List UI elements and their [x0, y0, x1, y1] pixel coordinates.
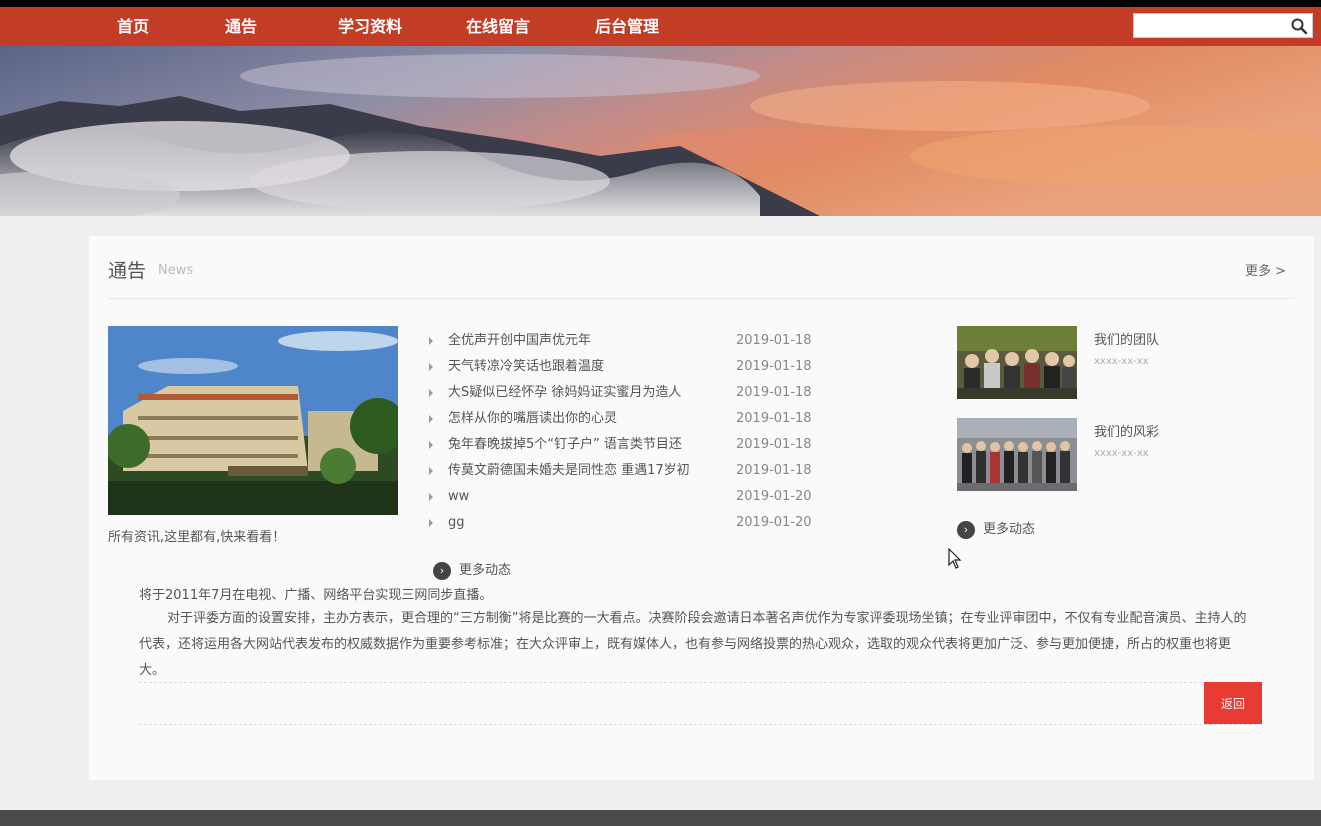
search-icon[interactable]	[1290, 17, 1308, 35]
news-date: 2019-01-18	[736, 359, 812, 374]
dashed-divider	[139, 682, 1262, 683]
news-title: 天气转凉冷笑话也跟着温度	[448, 359, 605, 374]
news-title: 怎样从你的嘴唇读出你的心灵	[448, 411, 618, 426]
article-section: 将于2011年7月在电视、广播、网络平台实现三网同步直播。 对于评委方面的设置安…	[89, 584, 1314, 780]
list-item[interactable]: 兔年春晚拔掉5个“钉子户” 语言类节目还 2019-01-18	[429, 432, 829, 458]
bullet-arrow-icon	[429, 415, 433, 423]
nav-online-message[interactable]: 在线留言	[466, 7, 530, 46]
chevron-right-icon: ›	[433, 561, 451, 580]
list-item[interactable]: 大S疑似已经怀孕 徐妈妈证实蜜月为造人 2019-01-18	[429, 380, 829, 406]
dashed-divider	[139, 724, 1262, 725]
nav-study-materials[interactable]: 学习资料	[338, 7, 402, 46]
list-item[interactable]: ww 2019-01-20	[429, 484, 829, 510]
news-date: 2019-01-18	[736, 463, 812, 478]
side-card-title: 我们的团队	[1094, 333, 1160, 348]
news-date: 2019-01-18	[736, 437, 812, 452]
bullet-arrow-icon	[429, 337, 433, 345]
top-black-strip	[0, 0, 1321, 7]
chevron-right-icon: ›	[957, 520, 975, 539]
section-title: 通告	[108, 260, 147, 282]
bullet-arrow-icon	[429, 389, 433, 397]
news-date: 2019-01-18	[736, 385, 812, 400]
back-button[interactable]: 返回	[1204, 682, 1262, 724]
news-date: 2019-01-20	[736, 515, 812, 530]
list-item[interactable]: 全优声开创中国声优元年 2019-01-18	[429, 328, 829, 354]
footer-bar	[0, 810, 1321, 826]
news-title: 传莫文蔚德国未婚夫是同性恋 重遇17岁初	[448, 463, 690, 478]
hero-banner	[0, 46, 1321, 216]
list-item[interactable]: 传莫文蔚德国未婚夫是同性恋 重遇17岁初 2019-01-18	[429, 458, 829, 484]
list-item[interactable]: 天气转凉冷笑话也跟着温度 2019-01-18	[429, 354, 829, 380]
list-item[interactable]: 怎样从你的嘴唇读出你的心灵 2019-01-18	[429, 406, 829, 432]
bullet-arrow-icon	[429, 467, 433, 475]
bullet-arrow-icon	[429, 441, 433, 449]
mouse-cursor-icon	[948, 548, 962, 569]
news-title: 大S疑似已经怀孕 徐妈妈证实蜜月为造人	[448, 385, 682, 400]
news-list: 全优声开创中国声优元年 2019-01-18 天气转凉冷笑话也跟着温度 2019-0…	[429, 328, 829, 536]
side-card-style[interactable]: 我们的风彩 xxxx-xx-xx	[957, 418, 1257, 492]
team-photo	[957, 326, 1077, 399]
more-dynamic-link[interactable]: › 更多动态	[433, 561, 511, 581]
article-paragraph: 对于评委方面的设置安排，主办方表示，更合理的“三方制衡”将是比赛的一大看点。决赛…	[139, 611, 1247, 678]
bullet-arrow-icon	[429, 363, 433, 371]
article-line: 将于2011年7月在电视、广播、网络平台实现三网同步直播。	[139, 588, 493, 603]
banner-image	[0, 46, 1321, 216]
news-title: ww	[448, 489, 470, 504]
nav-admin[interactable]: 后台管理	[595, 7, 659, 46]
side-card-team[interactable]: 我们的团队 xxxx-xx-xx	[957, 326, 1257, 400]
news-date: 2019-01-18	[736, 411, 812, 426]
group-photo	[957, 418, 1077, 491]
side-more-dynamic-link[interactable]: › 更多动态	[957, 520, 1035, 540]
news-title: gg	[448, 515, 465, 530]
news-date: 2019-01-18	[736, 333, 812, 348]
search-input[interactable]	[1134, 14, 1296, 37]
bullet-arrow-icon	[429, 519, 433, 527]
side-card-date: xxxx-xx-xx	[1094, 448, 1149, 459]
news-title: 兔年春晚拔掉5个“钉子户” 语言类节目还	[448, 437, 682, 452]
bullet-arrow-icon	[429, 493, 433, 501]
feature-image[interactable]	[108, 326, 398, 515]
feature-caption: 所有资讯,这里都有,快来看看！	[108, 530, 286, 545]
section-subtitle: News	[158, 263, 194, 278]
side-card-date: xxxx-xx-xx	[1094, 356, 1149, 367]
side-card-title: 我们的风彩	[1094, 425, 1160, 440]
nav-notices[interactable]: 通告	[225, 7, 257, 46]
news-title: 全优声开创中国声优元年	[448, 333, 592, 348]
news-date: 2019-01-20	[736, 489, 812, 504]
search-box	[1133, 13, 1313, 38]
list-item[interactable]: gg 2019-01-20	[429, 510, 829, 536]
more-dynamic-label: 更多动态	[459, 563, 512, 578]
more-dynamic-label: 更多动态	[983, 522, 1036, 537]
nav-home[interactable]: 首页	[117, 7, 149, 46]
section-divider	[108, 298, 1294, 299]
main-nav: 首页 通告 学习资料 在线留言 后台管理	[0, 7, 1321, 46]
more-link[interactable]: 更多 >	[1245, 260, 1286, 279]
